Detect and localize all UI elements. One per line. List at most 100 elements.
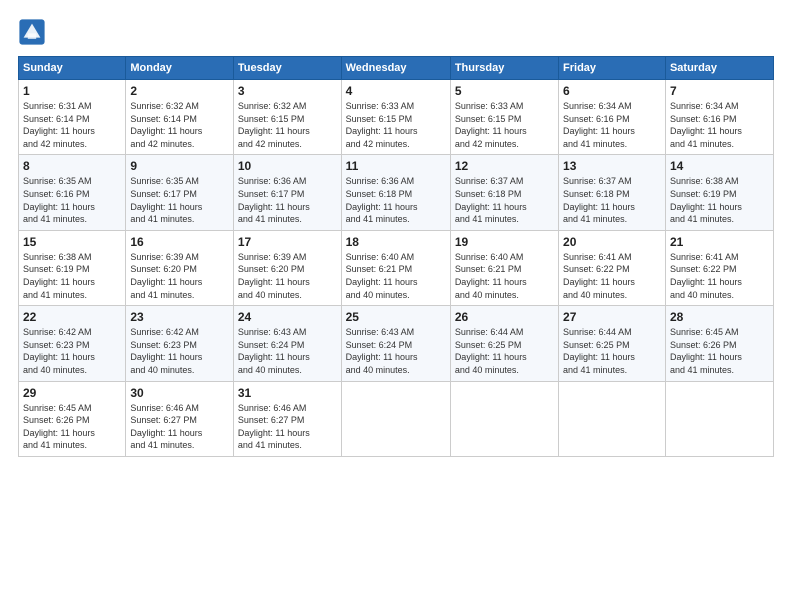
- day-cell-9: 9 Sunrise: 6:35 AM Sunset: 6:17 PM Daylig…: [126, 155, 234, 230]
- day-number: 12: [455, 159, 554, 173]
- day-number: 4: [346, 84, 446, 98]
- day-info: Sunrise: 6:45 AM Sunset: 6:26 PM Dayligh…: [670, 326, 769, 376]
- logo: [18, 18, 50, 46]
- header-cell-thursday: Thursday: [450, 57, 558, 80]
- day-number: 8: [23, 159, 121, 173]
- day-info: Sunrise: 6:43 AM Sunset: 6:24 PM Dayligh…: [238, 326, 337, 376]
- calendar-week-3: 15 Sunrise: 6:38 AM Sunset: 6:19 PM Dayli…: [19, 230, 774, 305]
- day-cell-22: 22Sunrise: 6:42 AM Sunset: 6:23 PM Dayli…: [19, 306, 126, 381]
- day-number: 22: [23, 310, 121, 324]
- day-cell-19: 19 Sunrise: 6:40 AM Sunset: 6:21 PM Dayli…: [450, 230, 558, 305]
- day-number: 5: [455, 84, 554, 98]
- day-number: 26: [455, 310, 554, 324]
- day-number: 13: [563, 159, 661, 173]
- day-info: Sunrise: 6:44 AM Sunset: 6:25 PM Dayligh…: [563, 326, 661, 376]
- day-cell-11: 11 Sunrise: 6:36 AM Sunset: 6:18 PM Dayli…: [341, 155, 450, 230]
- day-cell-18: 18 Sunrise: 6:40 AM Sunset: 6:21 PM Dayli…: [341, 230, 450, 305]
- header-cell-saturday: Saturday: [665, 57, 773, 80]
- day-cell-28: 28 Sunrise: 6:45 AM Sunset: 6:26 PM Dayli…: [665, 306, 773, 381]
- day-info: Sunrise: 6:41 AM Sunset: 6:22 PM Dayligh…: [670, 251, 769, 301]
- calendar-week-2: 8 Sunrise: 6:35 AM Sunset: 6:16 PM Daylig…: [19, 155, 774, 230]
- day-cell-3: 3Sunrise: 6:32 AM Sunset: 6:15 PM Daylig…: [233, 80, 341, 155]
- day-info: Sunrise: 6:35 AM Sunset: 6:16 PM Dayligh…: [23, 175, 121, 225]
- day-number: 11: [346, 159, 446, 173]
- day-cell-25: 25 Sunrise: 6:43 AM Sunset: 6:24 PM Dayli…: [341, 306, 450, 381]
- day-info: Sunrise: 6:32 AM Sunset: 6:15 PM Dayligh…: [238, 100, 337, 150]
- day-cell-4: 4 Sunrise: 6:33 AM Sunset: 6:15 PM Daylig…: [341, 80, 450, 155]
- day-info: Sunrise: 6:38 AM Sunset: 6:19 PM Dayligh…: [670, 175, 769, 225]
- day-info: Sunrise: 6:36 AM Sunset: 6:17 PM Dayligh…: [238, 175, 337, 225]
- day-cell-8: 8 Sunrise: 6:35 AM Sunset: 6:16 PM Daylig…: [19, 155, 126, 230]
- day-info: Sunrise: 6:34 AM Sunset: 6:16 PM Dayligh…: [670, 100, 769, 150]
- day-number: 31: [238, 386, 337, 400]
- day-number: 23: [130, 310, 229, 324]
- day-cell-17: 17 Sunrise: 6:39 AM Sunset: 6:20 PM Dayli…: [233, 230, 341, 305]
- day-info: Sunrise: 6:31 AM Sunset: 6:14 PM Dayligh…: [23, 100, 121, 150]
- day-number: 14: [670, 159, 769, 173]
- day-cell-27: 27 Sunrise: 6:44 AM Sunset: 6:25 PM Dayli…: [559, 306, 666, 381]
- day-number: 15: [23, 235, 121, 249]
- day-info: Sunrise: 6:43 AM Sunset: 6:24 PM Dayligh…: [346, 326, 446, 376]
- day-info: Sunrise: 6:38 AM Sunset: 6:19 PM Dayligh…: [23, 251, 121, 301]
- day-number: 20: [563, 235, 661, 249]
- calendar-table: SundayMondayTuesdayWednesdayThursdayFrid…: [18, 56, 774, 457]
- day-number: 2: [130, 84, 229, 98]
- day-cell-23: 23Sunrise: 6:42 AM Sunset: 6:23 PM Dayli…: [126, 306, 234, 381]
- day-number: 27: [563, 310, 661, 324]
- day-cell-12: 12 Sunrise: 6:37 AM Sunset: 6:18 PM Dayli…: [450, 155, 558, 230]
- day-number: 24: [238, 310, 337, 324]
- day-number: 17: [238, 235, 337, 249]
- calendar-week-4: 22Sunrise: 6:42 AM Sunset: 6:23 PM Dayli…: [19, 306, 774, 381]
- empty-cell: [559, 381, 666, 456]
- logo-icon: [18, 18, 46, 46]
- day-info: Sunrise: 6:44 AM Sunset: 6:25 PM Dayligh…: [455, 326, 554, 376]
- day-info: Sunrise: 6:33 AM Sunset: 6:15 PM Dayligh…: [346, 100, 446, 150]
- header-row: SundayMondayTuesdayWednesdayThursdayFrid…: [19, 57, 774, 80]
- day-number: 21: [670, 235, 769, 249]
- day-info: Sunrise: 6:36 AM Sunset: 6:18 PM Dayligh…: [346, 175, 446, 225]
- day-number: 29: [23, 386, 121, 400]
- day-info: Sunrise: 6:39 AM Sunset: 6:20 PM Dayligh…: [238, 251, 337, 301]
- day-info: Sunrise: 6:35 AM Sunset: 6:17 PM Dayligh…: [130, 175, 229, 225]
- day-cell-13: 13 Sunrise: 6:37 AM Sunset: 6:18 PM Dayli…: [559, 155, 666, 230]
- day-info: Sunrise: 6:40 AM Sunset: 6:21 PM Dayligh…: [455, 251, 554, 301]
- day-info: Sunrise: 6:40 AM Sunset: 6:21 PM Dayligh…: [346, 251, 446, 301]
- day-number: 1: [23, 84, 121, 98]
- header-cell-tuesday: Tuesday: [233, 57, 341, 80]
- day-cell-7: 7 Sunrise: 6:34 AM Sunset: 6:16 PM Daylig…: [665, 80, 773, 155]
- day-number: 10: [238, 159, 337, 173]
- day-info: Sunrise: 6:34 AM Sunset: 6:16 PM Dayligh…: [563, 100, 661, 150]
- day-info: Sunrise: 6:46 AM Sunset: 6:27 PM Dayligh…: [130, 402, 229, 452]
- day-number: 18: [346, 235, 446, 249]
- header-cell-sunday: Sunday: [19, 57, 126, 80]
- day-cell-1: 1 Sunrise: 6:31 AM Sunset: 6:14 PM Daylig…: [19, 80, 126, 155]
- calendar-header: SundayMondayTuesdayWednesdayThursdayFrid…: [19, 57, 774, 80]
- day-number: 16: [130, 235, 229, 249]
- day-cell-21: 21 Sunrise: 6:41 AM Sunset: 6:22 PM Dayli…: [665, 230, 773, 305]
- day-number: 6: [563, 84, 661, 98]
- day-info: Sunrise: 6:41 AM Sunset: 6:22 PM Dayligh…: [563, 251, 661, 301]
- day-info: Sunrise: 6:37 AM Sunset: 6:18 PM Dayligh…: [563, 175, 661, 225]
- day-cell-20: 20 Sunrise: 6:41 AM Sunset: 6:22 PM Dayli…: [559, 230, 666, 305]
- header-cell-monday: Monday: [126, 57, 234, 80]
- page: SundayMondayTuesdayWednesdayThursdayFrid…: [0, 0, 792, 612]
- day-cell-24: 24 Sunrise: 6:43 AM Sunset: 6:24 PM Dayli…: [233, 306, 341, 381]
- day-number: 28: [670, 310, 769, 324]
- day-number: 19: [455, 235, 554, 249]
- day-cell-31: 31Sunrise: 6:46 AM Sunset: 6:27 PM Dayli…: [233, 381, 341, 456]
- day-cell-5: 5 Sunrise: 6:33 AM Sunset: 6:15 PM Daylig…: [450, 80, 558, 155]
- header-cell-wednesday: Wednesday: [341, 57, 450, 80]
- day-info: Sunrise: 6:37 AM Sunset: 6:18 PM Dayligh…: [455, 175, 554, 225]
- day-number: 7: [670, 84, 769, 98]
- day-info: Sunrise: 6:39 AM Sunset: 6:20 PM Dayligh…: [130, 251, 229, 301]
- day-number: 30: [130, 386, 229, 400]
- day-cell-2: 2Sunrise: 6:32 AM Sunset: 6:14 PM Daylig…: [126, 80, 234, 155]
- day-cell-16: 16 Sunrise: 6:39 AM Sunset: 6:20 PM Dayli…: [126, 230, 234, 305]
- day-cell-14: 14 Sunrise: 6:38 AM Sunset: 6:19 PM Dayli…: [665, 155, 773, 230]
- day-cell-26: 26 Sunrise: 6:44 AM Sunset: 6:25 PM Dayli…: [450, 306, 558, 381]
- calendar-body: 1 Sunrise: 6:31 AM Sunset: 6:14 PM Daylig…: [19, 80, 774, 457]
- day-number: 9: [130, 159, 229, 173]
- day-number: 25: [346, 310, 446, 324]
- day-cell-30: 30 Sunrise: 6:46 AM Sunset: 6:27 PM Dayli…: [126, 381, 234, 456]
- day-info: Sunrise: 6:33 AM Sunset: 6:15 PM Dayligh…: [455, 100, 554, 150]
